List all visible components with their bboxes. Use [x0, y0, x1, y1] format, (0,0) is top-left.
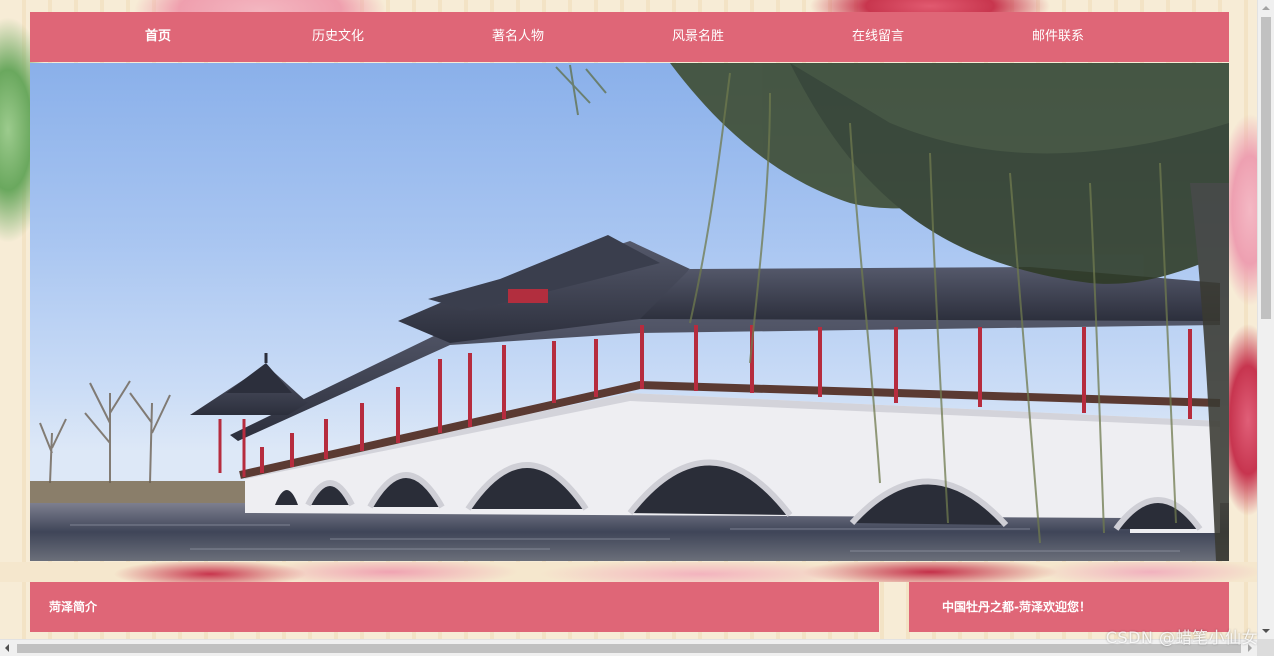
nav-item-email-contact[interactable]: 邮件联系 — [968, 12, 1148, 62]
intro-panel-header: 菏泽简介 — [30, 582, 879, 632]
nav-item-scenic-spots[interactable]: 风景名胜 — [608, 12, 788, 62]
horizontal-scrollbar[interactable] — [0, 639, 1257, 656]
welcome-panel-title: 中国牡丹之都-菏泽欢迎您！ — [942, 600, 1091, 614]
hero-banner — [30, 63, 1229, 561]
scrollbar-corner — [1257, 639, 1274, 656]
nav-item-online-message[interactable]: 在线留言 — [788, 12, 968, 62]
horizontal-scroll-thumb[interactable] — [17, 644, 1241, 653]
page-container: 首页 历史文化 著名人物 风景名胜 在线留言 邮件联系 — [30, 12, 1229, 561]
vertical-scrollbar[interactable] — [1257, 0, 1274, 639]
covered-bridge-photo — [30, 63, 1229, 561]
scroll-down-arrow-icon[interactable] — [1262, 629, 1270, 633]
decorative-flower-band — [0, 562, 1258, 582]
main-nav: 首页 历史文化 著名人物 风景名胜 在线留言 邮件联系 — [30, 12, 1229, 62]
scroll-up-arrow-icon[interactable] — [1262, 6, 1270, 10]
scroll-left-arrow-icon[interactable] — [5, 644, 9, 652]
nav-item-home[interactable]: 首页 — [68, 12, 248, 62]
nav-item-history-culture[interactable]: 历史文化 — [248, 12, 428, 62]
nav-item-famous-people[interactable]: 著名人物 — [428, 12, 608, 62]
csdn-watermark: CSDN @蜡笔小仙女 — [1105, 628, 1258, 647]
vertical-scroll-thumb[interactable] — [1261, 17, 1271, 319]
intro-panel-title: 菏泽简介 — [49, 600, 98, 614]
